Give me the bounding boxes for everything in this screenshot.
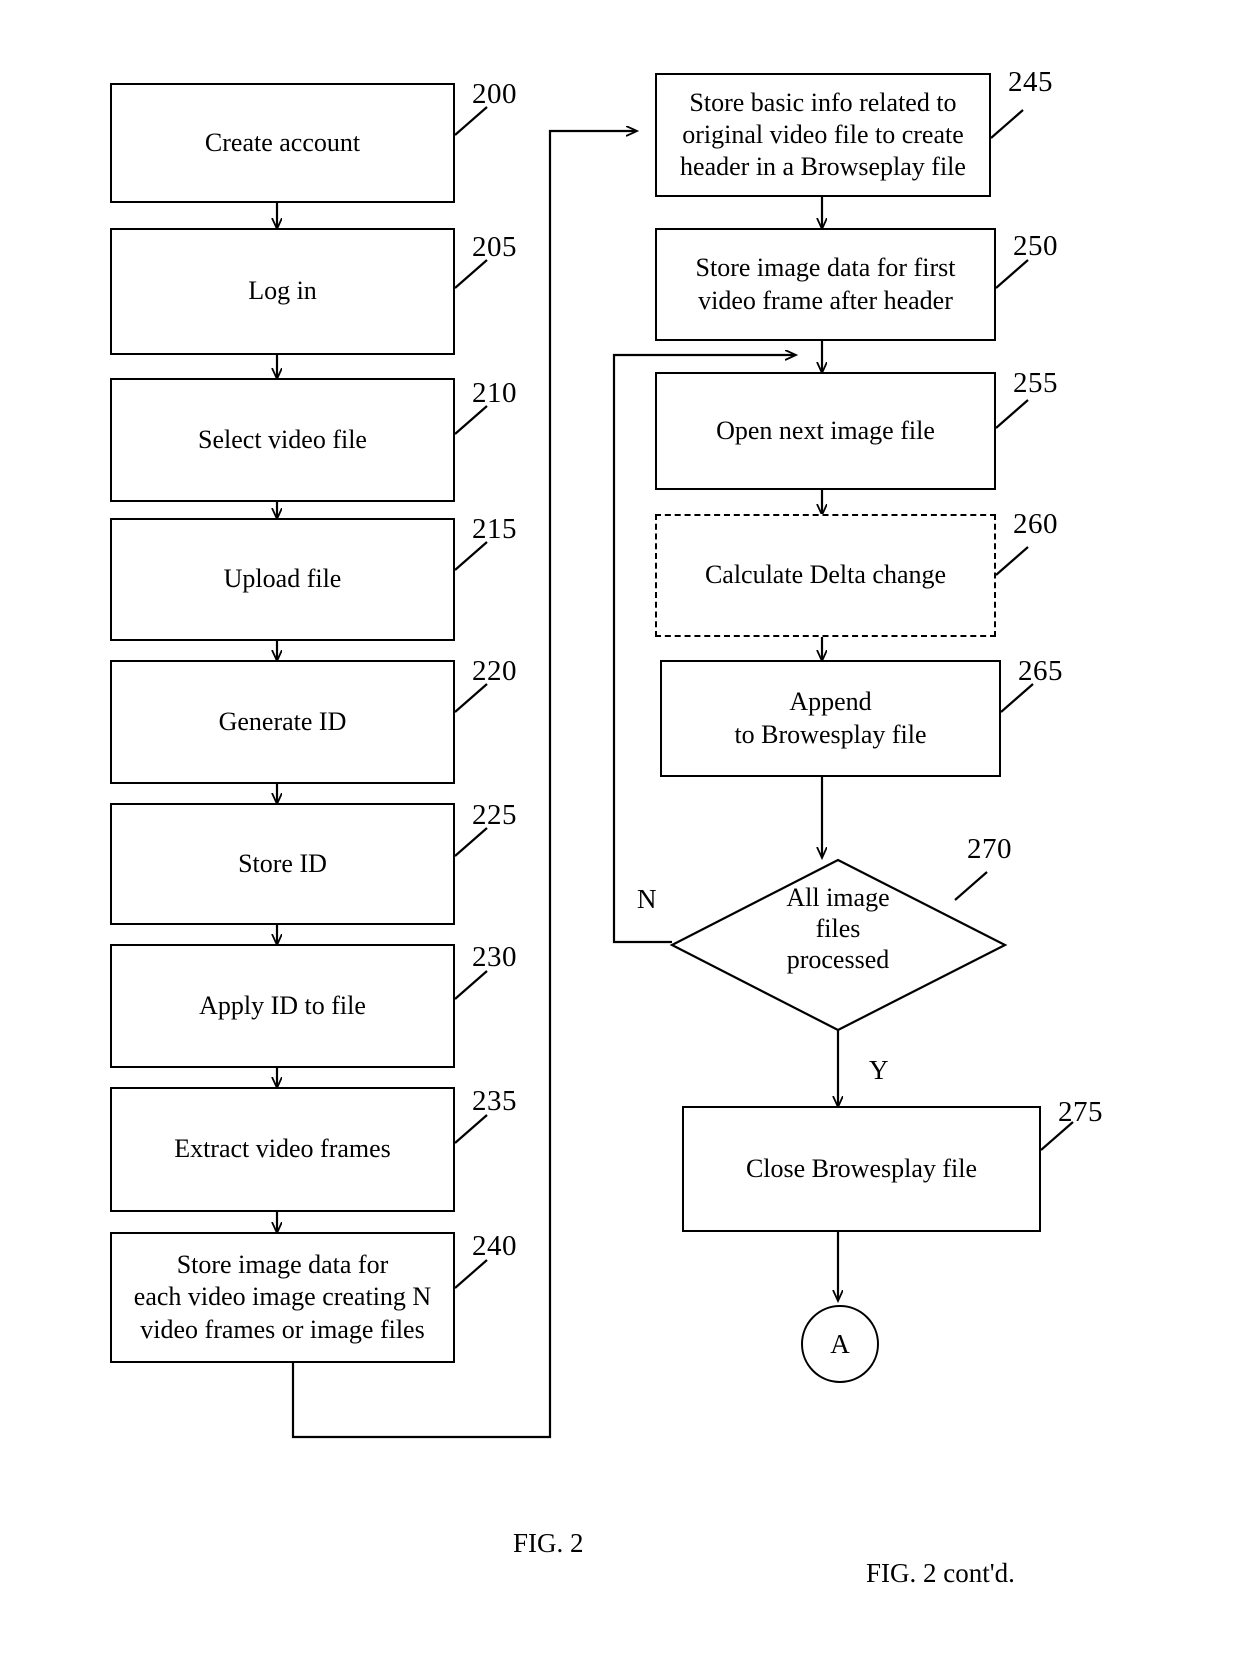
reference-numeral-210: 210: [472, 377, 517, 409]
branch-label-yes: Y: [869, 1055, 889, 1085]
process-box-close-browseplay-file[interactable]: Close Browesplay file: [682, 1106, 1041, 1232]
figure-caption-right: FIG. 2 cont'd.: [866, 1558, 1015, 1588]
reference-numeral-215: 215: [472, 513, 517, 545]
process-box-store-id[interactable]: Store ID: [110, 803, 455, 925]
process-box-line-1: Append: [789, 687, 872, 717]
process-box-label: Store basic info related to original vid…: [664, 87, 982, 184]
reference-numeral-230: 230: [472, 941, 517, 973]
reference-numeral-235: 235: [472, 1085, 517, 1117]
figure-caption-left: FIG. 2: [513, 1528, 584, 1558]
process-box-calculate-delta-change[interactable]: Calculate Delta change: [655, 514, 996, 637]
process-box-line-2: each video image creating N: [133, 1282, 432, 1312]
process-box-label: Calculate Delta change: [704, 560, 947, 590]
reference-numeral-225: 225: [472, 799, 517, 831]
process-box-label: Log in: [248, 276, 317, 306]
reference-numeral-205: 205: [472, 231, 517, 263]
reference-numeral-245: 245: [1008, 66, 1053, 98]
reference-numeral-200: 200: [472, 78, 517, 110]
reference-numeral-240: 240: [472, 1230, 517, 1262]
reference-numeral-255: 255: [1013, 367, 1058, 399]
process-box-store-header-info[interactable]: Store basic info related to original vid…: [655, 73, 991, 197]
branch-label-no: N: [637, 884, 657, 914]
process-box-label: Create account: [204, 127, 361, 157]
process-box-line-3: video frames or image files: [140, 1314, 425, 1344]
process-box-line-2: video frame after header: [698, 285, 953, 315]
process-box-label: Apply ID to file: [199, 990, 366, 1020]
patent-figure-sheet: Create account 200 Log in 205 Select vid…: [0, 0, 1240, 1655]
reference-numeral-270: 270: [967, 833, 1012, 865]
connector-label: A: [830, 1328, 850, 1359]
process-box-extract-video-frames[interactable]: Extract video frames: [110, 1087, 455, 1212]
process-box-append-to-browseplay-file[interactable]: Append to Browesplay file: [660, 660, 1001, 777]
reference-numeral-250: 250: [1013, 230, 1058, 262]
process-box-label: Store ID: [238, 848, 327, 878]
process-box-store-first-frame[interactable]: Store image data for first video frame a…: [655, 228, 996, 341]
process-box-line-3: header in a Browseplay file: [680, 152, 966, 182]
off-page-connector-a[interactable]: A: [801, 1305, 879, 1383]
process-box-label: Upload file: [223, 564, 342, 594]
process-box-upload-file[interactable]: Upload file: [110, 518, 455, 641]
process-box-label: Open next image file: [716, 415, 935, 445]
decision-line-3: processed: [786, 945, 890, 975]
reference-numeral-260: 260: [1013, 508, 1058, 540]
process-box-select-video-file[interactable]: Select video file: [110, 378, 455, 502]
process-box-generate-id[interactable]: Generate ID: [110, 660, 455, 784]
process-box-open-next-image-file[interactable]: Open next image file: [655, 372, 996, 490]
decision-line-1: All image: [786, 883, 890, 912]
reference-numeral-220: 220: [472, 655, 517, 687]
decision-line-2: files: [815, 914, 861, 944]
process-box-label: Store image data for first video frame a…: [680, 252, 972, 316]
reference-numeral-275: 275: [1058, 1096, 1103, 1128]
process-box-create-account[interactable]: Create account: [110, 83, 455, 203]
decision-diamond-label: All image files processed: [738, 882, 938, 976]
process-box-label: Append to Browesplay file: [718, 686, 942, 750]
process-box-store-image-data-each-frame[interactable]: Store image data for each video image cr…: [110, 1232, 455, 1363]
process-box-label: Extract video frames: [174, 1134, 391, 1164]
process-box-line-2: to Browesplay file: [734, 719, 927, 749]
process-box-apply-id-to-file[interactable]: Apply ID to file: [110, 944, 455, 1068]
process-box-label: Close Browesplay file: [745, 1153, 978, 1183]
process-box-line-1: Store basic info related to: [689, 87, 957, 117]
process-box-label: Store image data for each video image cr…: [118, 1249, 447, 1346]
process-box-line-1: Store image data for first: [695, 253, 956, 283]
process-box-label: Generate ID: [218, 706, 347, 736]
reference-numeral-265: 265: [1018, 655, 1063, 687]
process-box-label: Select video file: [198, 424, 367, 454]
process-box-line-2: original video file to create: [682, 119, 964, 149]
process-box-log-in[interactable]: Log in: [110, 228, 455, 355]
process-box-line-1: Store image data for: [176, 1250, 389, 1280]
